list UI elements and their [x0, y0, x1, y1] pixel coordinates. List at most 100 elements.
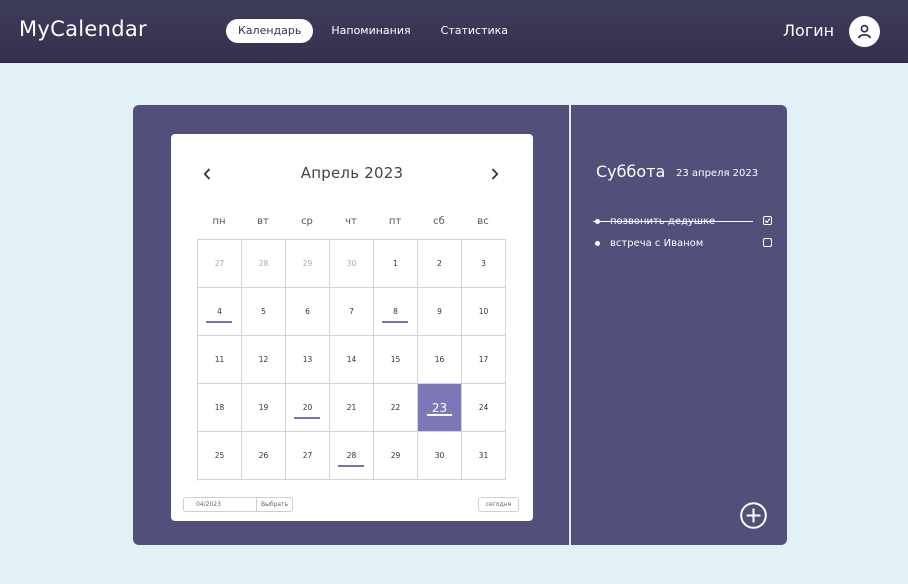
day-number: 31	[478, 451, 489, 460]
day-cell[interactable]: 7	[330, 288, 374, 336]
weekday-label: сб	[433, 216, 445, 227]
day-cell[interactable]: 27	[286, 432, 330, 480]
day-number: 25	[214, 451, 225, 460]
day-cell[interactable]: 5	[242, 288, 286, 336]
day-number: 18	[214, 403, 225, 412]
day-cell[interactable]: 6	[286, 288, 330, 336]
day-cell[interactable]: 30	[330, 240, 374, 288]
day-grid: 27 28 29 30 1 2 3 4 5 6 7 8 9 10 11 12 13 14 15 16 17 18 19 20 2…	[197, 239, 506, 481]
event-marker	[382, 321, 408, 323]
day-number: 20	[302, 403, 313, 412]
nav-reminders[interactable]: Напоминания	[319, 19, 422, 43]
login-link[interactable]: Логин	[783, 21, 834, 40]
day-cell[interactable]: 17	[462, 336, 506, 384]
day-cell[interactable]: 9	[418, 288, 462, 336]
day-cell[interactable]: 18	[198, 384, 242, 432]
day-number: 23	[431, 400, 448, 415]
day-number: 3	[481, 259, 486, 268]
weekday-label: пн	[212, 216, 226, 227]
day-number: 27	[214, 259, 225, 268]
day-number: 29	[390, 451, 401, 460]
day-cell[interactable]: 4	[198, 288, 242, 336]
plus-circle-icon	[740, 502, 767, 529]
checkbox-unchecked[interactable]	[763, 238, 772, 247]
pick-month-button[interactable]: Выбрать	[256, 497, 293, 512]
day-number: 12	[258, 355, 269, 364]
day-cell[interactable]: 10	[462, 288, 506, 336]
day-cell[interactable]: 13	[286, 336, 330, 384]
checkbox-checked[interactable]	[763, 216, 772, 225]
day-cell[interactable]: 31	[462, 432, 506, 480]
weekday-label: вт	[257, 216, 269, 227]
weekday-label: чт	[345, 216, 357, 227]
day-cell[interactable]: 16	[418, 336, 462, 384]
day-cell[interactable]: 12	[242, 336, 286, 384]
day-cell[interactable]: 24	[462, 384, 506, 432]
day-number: 28	[258, 259, 269, 268]
day-cell[interactable]: 21	[330, 384, 374, 432]
day-cell[interactable]: 22	[374, 384, 418, 432]
task-text: встреча с Иваном	[610, 237, 704, 249]
user-avatar-button[interactable]	[849, 16, 880, 47]
day-number: 19	[258, 403, 269, 412]
event-marker	[206, 321, 232, 323]
day-number: 17	[478, 355, 489, 364]
strikethrough-line	[593, 221, 753, 222]
day-number: 28	[346, 451, 357, 460]
day-number: 7	[349, 307, 354, 316]
task-item[interactable]: позвонить дедушке	[593, 210, 773, 232]
day-number: 29	[302, 259, 313, 268]
day-number: 4	[217, 307, 222, 316]
day-cell[interactable]: 29	[286, 240, 330, 288]
day-number: 14	[346, 355, 357, 364]
day-cell[interactable]: 19	[242, 384, 286, 432]
day-number: 5	[261, 307, 266, 316]
day-number: 15	[390, 355, 401, 364]
day-number: 24	[478, 403, 489, 412]
nav-statistics[interactable]: Статистика	[429, 19, 520, 43]
day-number: 22	[390, 403, 401, 412]
day-cell[interactable]: 28	[330, 432, 374, 480]
day-cell-selected[interactable]: 23	[418, 384, 462, 432]
app-logo[interactable]: MyCalendar	[19, 17, 147, 41]
nav-calendar[interactable]: Календарь	[226, 19, 314, 43]
day-cell[interactable]: 1	[374, 240, 418, 288]
day-number: 21	[346, 403, 357, 412]
calendar-card: Апрель 2023 пн вт ср чт пт сб вс 27 28 29 30 1 2 3 4 5…	[171, 134, 533, 521]
calendar-panel: Апрель 2023 пн вт ср чт пт сб вс 27 28 29 30 1 2 3 4 5…	[133, 105, 787, 545]
day-cell[interactable]: 11	[198, 336, 242, 384]
day-cell[interactable]: 20	[286, 384, 330, 432]
task-list: позвонить дедушке встреча с Иваном	[593, 210, 773, 254]
event-marker	[338, 465, 364, 467]
day-cell[interactable]: 29	[374, 432, 418, 480]
calendar-header: Апрель 2023	[171, 162, 533, 186]
day-number: 11	[214, 355, 225, 364]
day-cell[interactable]: 2	[418, 240, 462, 288]
today-button[interactable]: сегодня	[478, 497, 519, 512]
day-cell[interactable]: 25	[198, 432, 242, 480]
day-cell[interactable]: 27	[198, 240, 242, 288]
selected-day-date: 23 апреля 2023	[676, 168, 759, 179]
day-cell[interactable]: 26	[242, 432, 286, 480]
bullet-icon	[595, 240, 600, 246]
day-number: 13	[302, 355, 313, 364]
user-icon	[858, 24, 871, 39]
top-bar: MyCalendar Календарь Напоминания Статист…	[0, 0, 908, 63]
calendar-footer: 04/2023 Выбрать сегодня	[171, 497, 533, 513]
add-task-button[interactable]	[740, 502, 767, 529]
next-month-button[interactable]	[485, 164, 505, 184]
task-item[interactable]: встреча с Иваном	[593, 232, 773, 254]
day-cell[interactable]: 28	[242, 240, 286, 288]
chevron-right-icon	[491, 168, 499, 180]
day-number: 10	[478, 307, 489, 316]
month-title: Апрель 2023	[300, 164, 404, 182]
weekday-label: пт	[388, 216, 402, 227]
day-number: 2	[437, 259, 442, 268]
day-cell[interactable]: 3	[462, 240, 506, 288]
day-cell[interactable]: 14	[330, 336, 374, 384]
day-cell[interactable]: 15	[374, 336, 418, 384]
main-nav: Календарь Напоминания Статистика	[226, 19, 526, 43]
day-cell[interactable]: 30	[418, 432, 462, 480]
day-cell[interactable]: 8	[374, 288, 418, 336]
month-input[interactable]: 04/2023	[183, 497, 257, 512]
